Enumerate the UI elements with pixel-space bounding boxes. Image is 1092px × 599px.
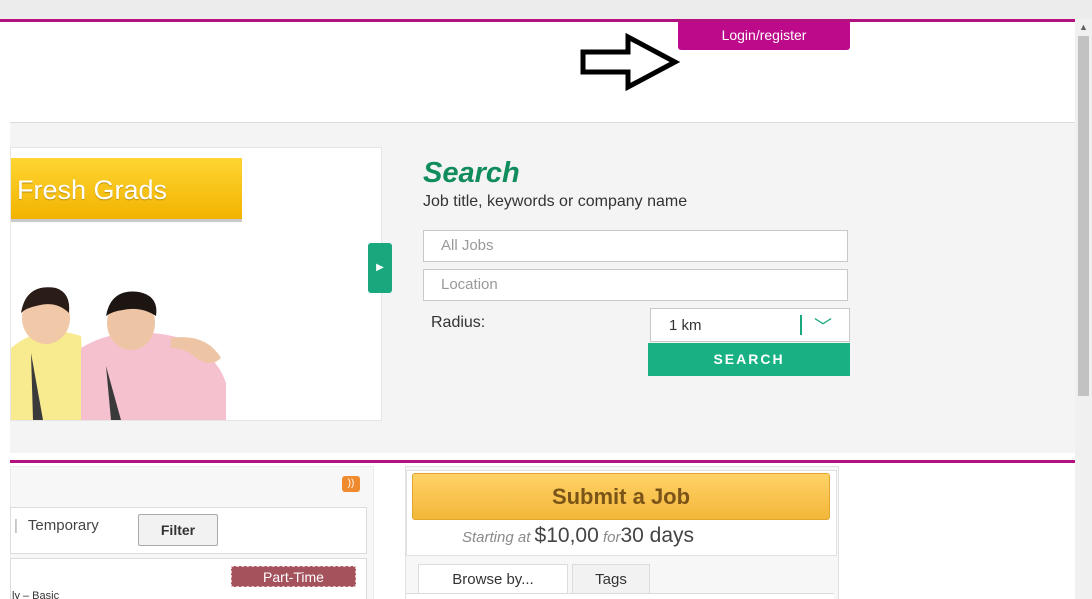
tab-browse-by[interactable]: Browse by...	[418, 564, 568, 596]
banner-carousel[interactable]: Fresh Grads	[10, 147, 382, 421]
days-value: 30 days	[620, 524, 695, 547]
rss-icon[interactable]: ))	[342, 476, 360, 492]
play-right-icon: ▶	[376, 262, 384, 273]
submit-pricing: Starting at $10,00 for30 days	[462, 524, 694, 548]
carousel-next-button[interactable]: ▶	[368, 243, 392, 293]
job-snippet-text: ly – Basic	[12, 590, 60, 599]
job-type-temporary[interactable]: Temporary	[14, 517, 99, 534]
login-register-button[interactable]: Login/register	[678, 22, 850, 50]
part-time-badge: Part-Time	[231, 566, 356, 587]
select-divider	[800, 315, 802, 335]
location-input[interactable]: Location	[423, 269, 848, 301]
starting-at-label: Starting at	[462, 529, 531, 546]
tab-tags[interactable]: Tags	[572, 564, 650, 596]
price-value: $10,00	[534, 524, 599, 547]
page: Login/register Fresh Grads ▶ Search Job …	[0, 0, 1092, 599]
search-title: Search	[423, 157, 520, 189]
filter-button[interactable]: Filter	[138, 514, 218, 546]
fresh-grads-button[interactable]: Fresh Grads	[11, 158, 242, 222]
search-button[interactable]: SEARCH	[648, 343, 850, 376]
radius-value: 1 km	[669, 317, 702, 334]
all-jobs-input[interactable]: All Jobs	[423, 230, 848, 262]
tab-content	[406, 593, 834, 599]
radius-select[interactable]: 1 km ﹀	[650, 308, 850, 342]
search-subtitle: Job title, keywords or company name	[423, 193, 688, 210]
for-label: for	[602, 529, 621, 546]
scrollbar-thumb[interactable]	[1078, 36, 1089, 396]
site-header	[10, 22, 1075, 123]
arrow-right-outline-icon	[580, 32, 680, 92]
scroll-up-icon[interactable]: ▲	[1075, 19, 1092, 36]
submit-job-button[interactable]: Submit a Job	[412, 473, 830, 520]
browser-top-strip	[0, 0, 1092, 19]
chevron-down-icon: ﹀	[814, 317, 832, 337]
students-photo	[11, 287, 226, 420]
radius-label: Radius:	[431, 314, 486, 331]
